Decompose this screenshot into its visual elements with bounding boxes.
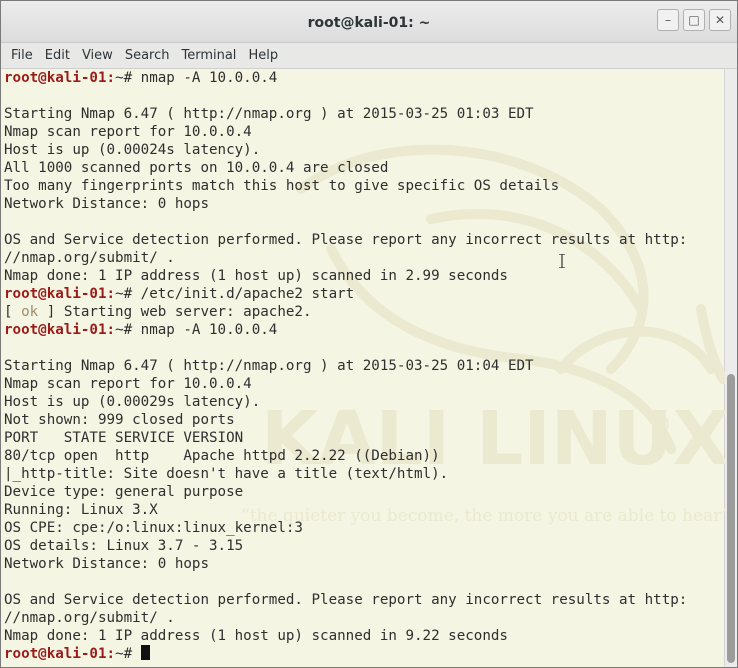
output-line: Network Distance: 0 hops — [4, 196, 209, 212]
output-line: OS CPE: cpe:/o:linux:linux_kernel:3 — [4, 520, 303, 536]
title-bar[interactable]: root@kali-01: ~ – □ ✕ — [1, 1, 737, 43]
status-line: [ ok ] Starting web server: apache2. — [4, 303, 687, 321]
output-line: Nmap done: 1 IP address (1 host up) scan… — [4, 268, 508, 284]
window-title: root@kali-01: ~ — [307, 15, 431, 31]
menu-file[interactable]: File — [5, 48, 39, 63]
menu-terminal[interactable]: Terminal — [175, 48, 242, 63]
minimize-button[interactable]: – — [657, 9, 679, 31]
output-line: OS details: Linux 3.7 - 3.15 — [4, 538, 244, 554]
block-cursor — [140, 645, 150, 660]
command-text: nmap -A 10.0.0.4 — [140, 70, 278, 86]
output-line: Nmap scan report for 10.0.0.4 — [4, 376, 252, 392]
output-line: Host is up (0.00029s latency). — [4, 394, 261, 410]
prompt-suffix: ~# — [115, 322, 141, 338]
command-text: nmap -A 10.0.0.4 — [140, 322, 278, 338]
output-line: OS and Service detection performed. Plea… — [4, 232, 688, 248]
prompt-line: root@kali-01:~# nmap -A 10.0.0.4 — [4, 69, 687, 87]
output-line: Too many fingerprints match this host to… — [4, 178, 560, 194]
status-bracket-close: ] — [38, 304, 64, 320]
prompt-suffix: ~# — [115, 286, 141, 302]
output-line: |_http-title: Site doesn't have a title … — [4, 466, 449, 482]
menu-view[interactable]: View — [76, 48, 119, 63]
prompt-line: root@kali-01:~# — [4, 645, 687, 663]
scrollbar-thumb[interactable] — [727, 374, 735, 663]
prompt-label: root@kali-01: — [4, 322, 116, 338]
output-line: Device type: general purpose — [4, 484, 244, 500]
terminal-output: root@kali-01:~# nmap -A 10.0.0.4 Starting… — [4, 69, 687, 663]
prompt-suffix: ~# — [115, 646, 141, 662]
output-line: Running: Linux 3.X — [4, 502, 158, 518]
output-line: Starting Nmap 6.47 ( http://nmap.org ) a… — [4, 106, 534, 122]
menu-edit[interactable]: Edit — [39, 48, 76, 63]
maximize-button[interactable]: □ — [683, 9, 705, 31]
prompt-line: root@kali-01:~# nmap -A 10.0.0.4 — [4, 321, 687, 339]
output-line: Nmap done: 1 IP address (1 host up) scan… — [4, 628, 508, 644]
close-button[interactable]: ✕ — [709, 9, 731, 31]
output-line: Host is up (0.00024s latency). — [4, 142, 261, 158]
output-line: //nmap.org/submit/ . — [4, 250, 175, 266]
output-line: Network Distance: 0 hops — [4, 556, 209, 572]
prompt-label: root@kali-01: — [4, 646, 116, 662]
window-controls: – □ ✕ — [657, 9, 731, 31]
scrollbar[interactable] — [724, 69, 737, 667]
menu-help[interactable]: Help — [242, 48, 284, 63]
command-text: /etc/init.d/apache2 start — [140, 286, 355, 302]
output-line: Nmap scan report for 10.0.0.4 — [4, 124, 252, 140]
output-line: //nmap.org/submit/ . — [4, 610, 175, 626]
output-line: Starting Nmap 6.47 ( http://nmap.org ) a… — [4, 358, 534, 374]
output-line: 80/tcp open http Apache httpd 2.2.22 ((D… — [4, 448, 440, 464]
output-line: All 1000 scanned ports on 10.0.0.4 are c… — [4, 160, 389, 176]
output-line: Not shown: 999 closed ports — [4, 412, 235, 428]
menu-bar: File Edit View Search Terminal Help — [1, 43, 737, 69]
status-bracket-open: [ — [4, 304, 22, 320]
output-line: OS and Service detection performed. Plea… — [4, 592, 688, 608]
terminal-area[interactable]: KALI LINUX TM “the quieter you become, t… — [1, 69, 725, 667]
status-ok: ok — [21, 304, 39, 320]
status-text: Starting web server: apache2. — [63, 304, 312, 320]
prompt-label: root@kali-01: — [4, 70, 116, 86]
prompt-suffix: ~# — [115, 70, 141, 86]
output-line: PORT STATE SERVICE VERSION — [4, 430, 244, 446]
text-cursor-icon — [559, 254, 565, 268]
menu-search[interactable]: Search — [119, 48, 176, 63]
prompt-label: root@kali-01: — [4, 286, 116, 302]
terminal-window: root@kali-01: ~ – □ ✕ File Edit View Sea… — [0, 0, 738, 668]
prompt-line: root@kali-01:~# /etc/init.d/apache2 star… — [4, 285, 687, 303]
